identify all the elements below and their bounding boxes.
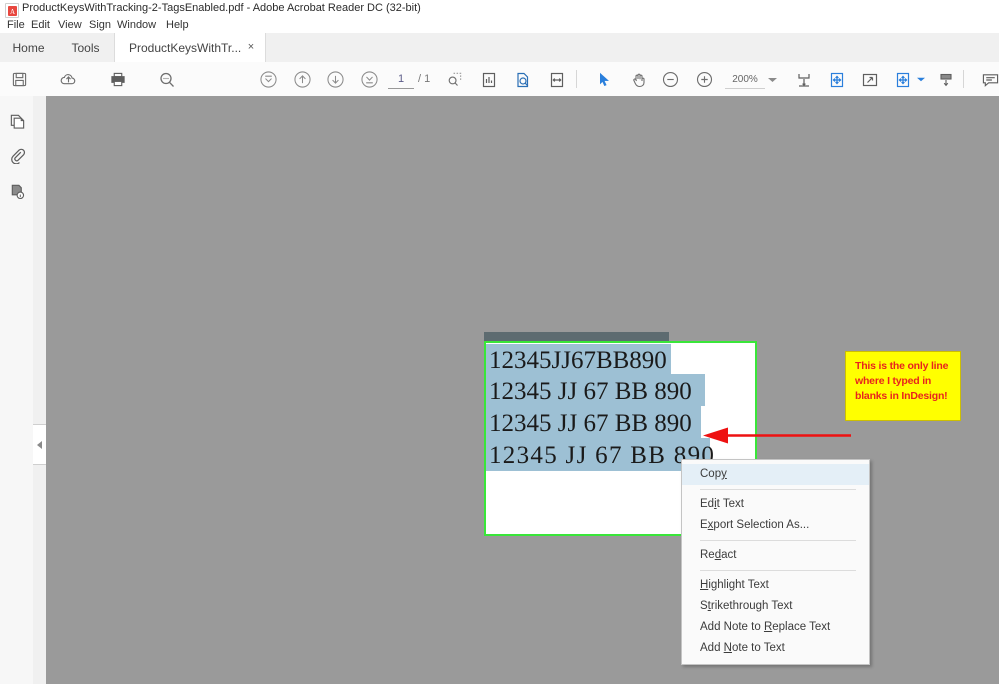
menu-accelerator: y <box>721 468 727 480</box>
menu-view[interactable]: View <box>56 19 84 31</box>
upload-cloud-icon[interactable] <box>58 69 79 90</box>
context-menu-item-edit-text[interactable]: Edit Text <box>682 494 869 515</box>
menu-label-part: E <box>700 519 708 531</box>
context-menu-item-redact[interactable]: Redact <box>682 545 869 566</box>
menu-file[interactable]: File <box>5 19 27 31</box>
menu-label-part: Re <box>700 549 715 561</box>
menu-label-tail: ighlight Text <box>708 579 769 591</box>
zoom-in-icon[interactable] <box>694 69 715 90</box>
zoom-out-icon[interactable] <box>660 69 681 90</box>
scroll-down-icon[interactable] <box>935 69 956 90</box>
document-info-icon[interactable] <box>8 182 27 201</box>
left-panel-divider <box>33 96 47 684</box>
context-menu-item-export-selection-as[interactable]: Export Selection As... <box>682 515 869 536</box>
page-thumbnails-icon[interactable] <box>8 112 27 131</box>
menu-sign[interactable]: Sign <box>87 19 113 31</box>
menu-label-tail: port Selection As... <box>713 519 809 531</box>
main-toolbar: 1 / 1 200% <box>0 62 999 97</box>
menu-label-tail: ote to Text <box>732 642 785 654</box>
next-page-icon[interactable] <box>325 69 346 90</box>
context-menu-item-strikethrough-text[interactable]: Strikethrough Text <box>682 596 869 617</box>
yellow-sticky-note[interactable]: This is the only line where I typed in b… <box>845 351 961 421</box>
document-text-line: 12345 JJ 67 BB 890 <box>489 411 692 436</box>
zoom-level-input[interactable]: 200% <box>725 72 765 89</box>
menu-label-tail: act <box>721 549 736 561</box>
tab-home[interactable]: Home <box>0 33 57 62</box>
left-navigation-rail <box>0 96 34 684</box>
previous-page-icon[interactable] <box>292 69 313 90</box>
attachments-icon[interactable] <box>8 146 27 165</box>
menu-window[interactable]: Window <box>115 19 158 31</box>
page-preview-icon[interactable] <box>512 69 533 90</box>
menu-label-tail: eplace Text <box>772 621 830 633</box>
menu-help[interactable]: Help <box>164 19 191 31</box>
menu-label-part: Add <box>700 642 724 654</box>
chevron-down-icon[interactable] <box>762 69 783 90</box>
context-menu-item-highlight-text[interactable]: Highlight Text <box>682 575 869 596</box>
first-page-icon[interactable] <box>258 69 279 90</box>
acrobat-icon: A <box>5 3 19 18</box>
menu-separator <box>700 540 856 541</box>
tab-tools[interactable]: Tools <box>57 33 114 62</box>
note-line: This is the only line <box>855 359 952 374</box>
menu-edit[interactable]: Edit <box>29 19 52 31</box>
fit-page-height-icon[interactable] <box>793 69 814 90</box>
note-line: where I typed in <box>855 374 952 389</box>
title-bar: A ProductKeysWithTracking-2-TagsEnabled.… <box>0 0 999 18</box>
tab-document[interactable]: ProductKeysWithTr... × <box>114 33 266 63</box>
tab-document-label: ProductKeysWithTr... <box>129 41 241 55</box>
menu-separator <box>700 570 856 571</box>
collapse-panel-handle[interactable] <box>33 424 47 465</box>
page-number-input[interactable]: 1 <box>388 72 414 89</box>
note-line: blanks in InDesign! <box>855 389 952 404</box>
fullscreen-icon[interactable] <box>859 69 880 90</box>
page-display-chevron-icon[interactable] <box>910 69 931 90</box>
toolbar-divider <box>576 70 577 88</box>
context-menu-item-add-note-to-replace-text[interactable]: Add Note to Replace Text <box>682 617 869 638</box>
menu-label-part: S <box>700 600 708 612</box>
menu-label-part: Ed <box>700 498 714 510</box>
comment-icon[interactable] <box>980 69 999 90</box>
window-title: ProductKeysWithTracking-2-TagsEnabled.pd… <box>22 2 421 14</box>
menu-accelerator: N <box>724 642 732 654</box>
hand-tool-icon[interactable] <box>628 69 649 90</box>
close-icon[interactable]: × <box>246 42 256 52</box>
page-thumbnail-icon[interactable] <box>478 69 499 90</box>
menu-label-tail: t Text <box>717 498 744 510</box>
menu-bar: File Edit View Sign Window Help <box>0 18 999 33</box>
page-top-selection-bar <box>484 332 669 341</box>
search-icon[interactable] <box>156 69 177 90</box>
toolbar-divider-right <box>963 70 964 88</box>
arrow-pointing-to-text-line <box>701 426 851 446</box>
last-page-icon[interactable] <box>359 69 380 90</box>
save-icon[interactable] <box>9 69 30 90</box>
menu-label-part: Cop <box>700 468 721 480</box>
tab-strip: Home Tools ProductKeysWithTr... × <box>0 33 999 63</box>
svg-text:A: A <box>9 8 14 16</box>
menu-separator <box>700 489 856 490</box>
menu-label-part: Add Note to <box>700 621 764 633</box>
acrobat-reader-window: A ProductKeysWithTracking-2-TagsEnabled.… <box>0 0 999 684</box>
menu-accelerator: R <box>764 621 772 633</box>
document-text-line: 12345 JJ 67 BB 890 <box>489 379 692 404</box>
document-text-line: 12345JJ67BB890 <box>489 348 667 373</box>
print-icon[interactable] <box>107 69 128 90</box>
zoom-selection-icon[interactable] <box>444 69 465 90</box>
fit-page-icon[interactable] <box>826 69 847 90</box>
select-cursor-icon[interactable] <box>594 69 615 90</box>
chevron-left-icon <box>37 441 42 449</box>
menu-label-tail: rikethrough Text <box>711 600 793 612</box>
context-menu[interactable]: Copy Edit Text Export Selection As... Re… <box>681 459 870 665</box>
context-menu-item-copy[interactable]: Copy <box>682 464 869 485</box>
fit-width-icon[interactable] <box>546 69 567 90</box>
context-menu-item-add-note-to-text[interactable]: Add Note to Text <box>682 638 869 659</box>
page-total-label: / 1 <box>418 72 430 87</box>
